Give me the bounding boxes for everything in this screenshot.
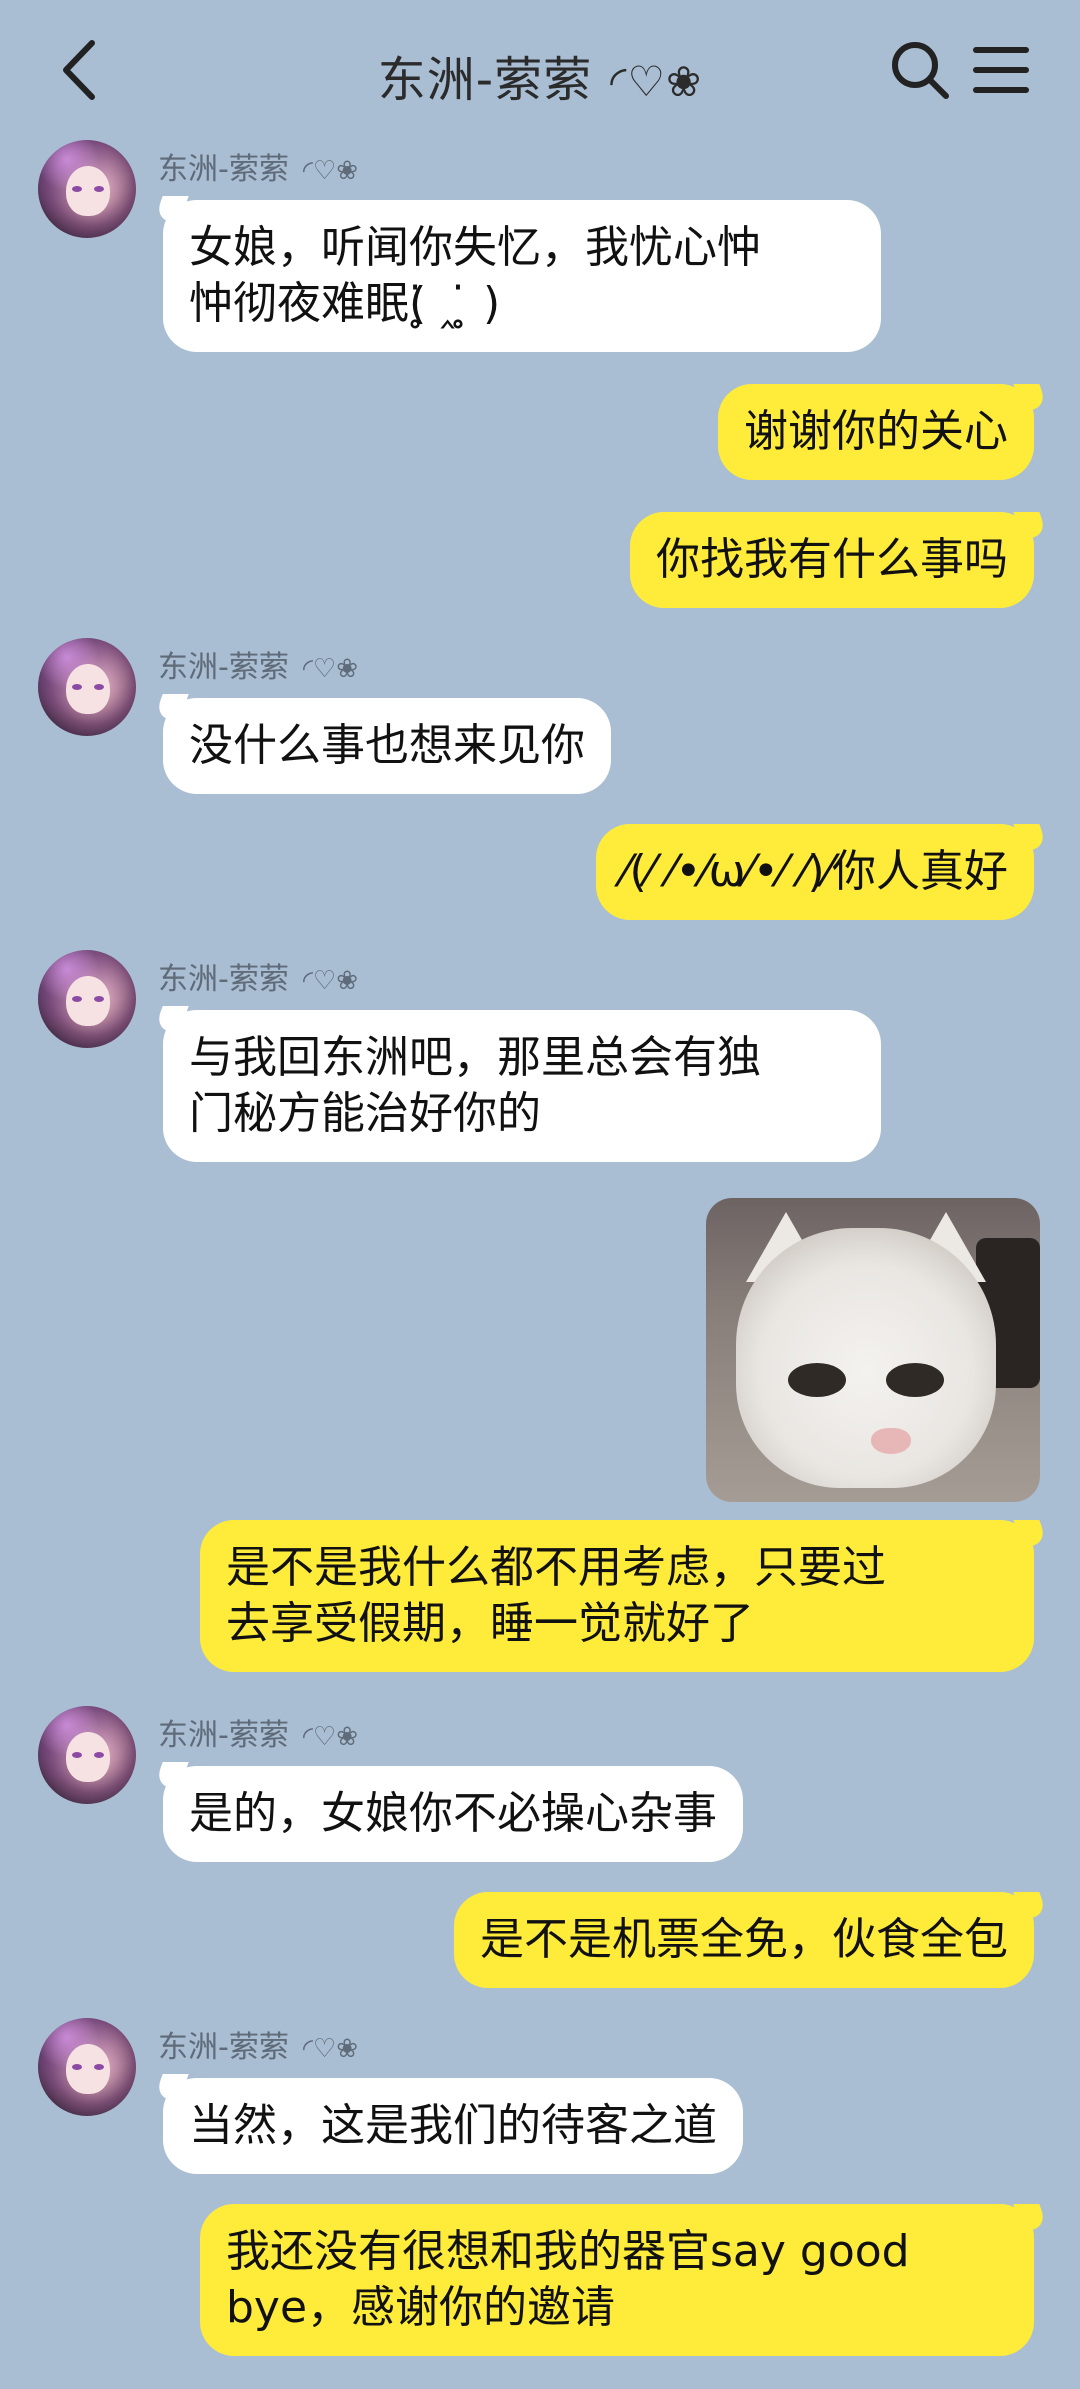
avatar[interactable] (38, 638, 136, 736)
avatar[interactable] (38, 140, 136, 238)
message-bubble-outgoing[interactable]: 我还没有很想和我的器官say good bye，感谢你的邀请 (200, 2204, 1034, 2356)
message-bubble-outgoing[interactable]: 是不是我什么都不用考虑，只要过 去享受假期，睡一觉就好了 (200, 1520, 1034, 1672)
avatar[interactable] (38, 1706, 136, 1804)
chat-title-deco: ◜♡❀ (610, 57, 703, 106)
message-bubble-outgoing[interactable]: 谢谢你的关心 (718, 384, 1034, 480)
search-icon[interactable] (888, 38, 952, 102)
message-bubble-outgoing[interactable]: 是不是机票全免，伙食全包 (454, 1892, 1034, 1988)
avatar[interactable] (38, 2018, 136, 2116)
message-bubble-outgoing[interactable]: 你找我有什么事吗 (630, 512, 1034, 608)
cat-meme-image[interactable] (706, 1198, 1040, 1502)
message-bubble-outgoing[interactable]: ⁄(⁄ ⁄•⁄ω⁄•⁄ ⁄)⁄你人真好 (596, 824, 1034, 920)
sender-name: 东洲-萦萦 ◜♡❀ (158, 962, 358, 997)
message-bubble-incoming[interactable]: 女娘，听闻你失忆，我忧心忡 忡彻夜难眠(⁢̥̇ ‸ ⁢̥̇ ) (163, 200, 881, 352)
chat-title-text: 东洲-萦萦 (377, 52, 593, 108)
message-bubble-incoming[interactable]: 是的，女娘你不必操心杂事 (163, 1766, 743, 1862)
chat-header: 东洲-萦萦 ◜♡❀ (0, 0, 1080, 140)
message-bubble-incoming[interactable]: 与我回东洲吧，那里总会有独 门秘方能治好你的 (163, 1010, 881, 1162)
message-bubble-incoming[interactable]: 没什么事也想来见你 (163, 698, 611, 794)
message-bubble-incoming[interactable]: 当然，这是我们的待客之道 (163, 2078, 743, 2174)
sender-name: 东洲-萦萦 ◜♡❀ (158, 152, 358, 187)
sender-name: 东洲-萦萦 ◜♡❀ (158, 1718, 358, 1753)
sender-name: 东洲-萦萦 ◜♡❀ (158, 2030, 358, 2065)
sender-name: 东洲-萦萦 ◜♡❀ (158, 650, 358, 685)
avatar[interactable] (38, 950, 136, 1048)
menu-icon[interactable] (972, 40, 1030, 100)
